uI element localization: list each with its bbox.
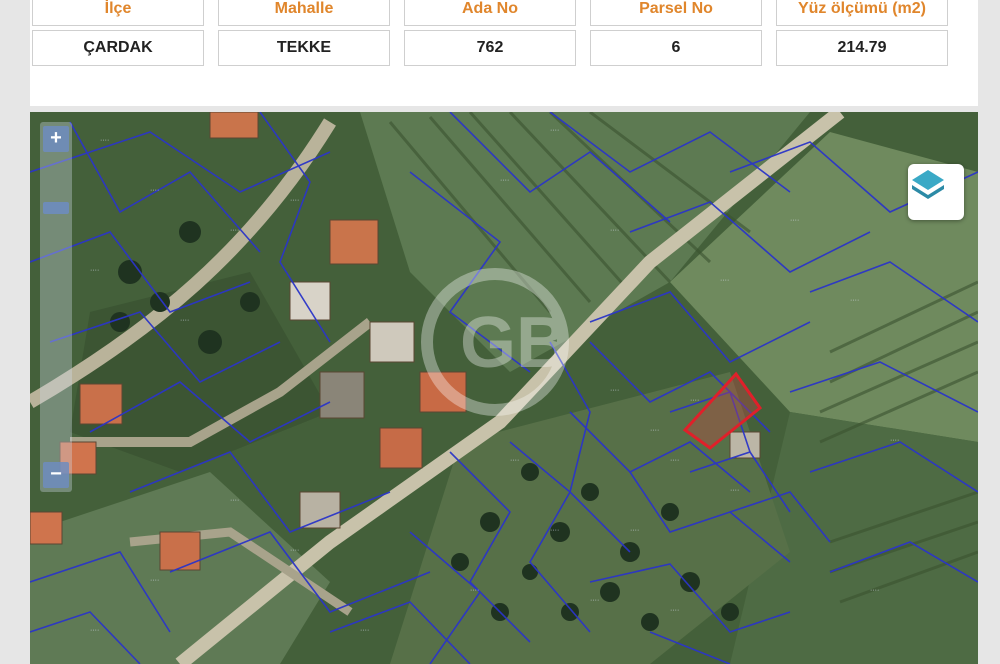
svg-text:····: ····: [610, 387, 619, 394]
zoom-slider[interactable]: + −: [40, 122, 72, 492]
svg-text:····: ····: [90, 627, 99, 634]
value-area: 214.79: [776, 30, 948, 66]
svg-text:····: ····: [890, 437, 899, 444]
svg-text:····: ····: [650, 427, 659, 434]
header-neighborhood: Mahalle: [218, 0, 390, 26]
svg-text:····: ····: [230, 497, 239, 504]
svg-text:····: ····: [870, 587, 879, 594]
layer-switch-button[interactable]: [908, 164, 964, 220]
zoom-in-button[interactable]: +: [43, 126, 69, 152]
header-area: Yüz ölçümü (m2): [776, 0, 948, 26]
svg-text:····: ····: [180, 317, 189, 324]
zoom-slider-handle[interactable]: [43, 202, 69, 214]
value-district: ÇARDAK: [32, 30, 204, 66]
header-district: İlçe: [32, 0, 204, 26]
svg-text:····: ····: [150, 187, 159, 194]
svg-text:····: ····: [470, 587, 479, 594]
svg-text:····: ····: [550, 527, 559, 534]
svg-text:····: ····: [150, 577, 159, 584]
svg-text:····: ····: [290, 547, 299, 554]
layers-icon: [912, 170, 944, 199]
svg-text:····: ····: [510, 457, 519, 464]
svg-text:····: ····: [850, 297, 859, 304]
zoom-out-button[interactable]: −: [43, 462, 69, 488]
value-block-no: 762: [404, 30, 576, 66]
svg-text:····: ····: [610, 227, 619, 234]
svg-text:····: ····: [100, 137, 109, 144]
svg-text:····: ····: [550, 127, 559, 134]
svg-text:····: ····: [290, 197, 299, 204]
parcel-info-panel: İlçe Mahalle Ada No Parsel No Yüz ölçümü…: [30, 0, 978, 106]
svg-text:····: ····: [630, 527, 639, 534]
svg-text:····: ····: [590, 597, 599, 604]
satellite-imagery: ···· ···· ···· ···· ···· ···· ···· ···· ····…: [30, 112, 978, 664]
svg-text:····: ····: [670, 607, 679, 614]
svg-text:····: ····: [730, 487, 739, 494]
svg-text:····: ····: [90, 267, 99, 274]
svg-text:····: ····: [500, 177, 509, 184]
parcel-map[interactable]: ···· ···· ···· ···· ···· ···· ···· ···· ····…: [30, 112, 978, 664]
svg-text:····: ····: [690, 397, 699, 404]
svg-text:GB: GB: [460, 303, 568, 383]
svg-text:····: ····: [720, 277, 729, 284]
value-neighborhood: TEKKE: [218, 30, 390, 66]
header-block-no: Ada No: [404, 0, 576, 26]
svg-text:····: ····: [230, 227, 239, 234]
value-parcel-no: 6: [590, 30, 762, 66]
svg-text:····: ····: [670, 457, 679, 464]
svg-text:····: ····: [790, 217, 799, 224]
svg-text:····: ····: [360, 627, 369, 634]
header-parcel-no: Parsel No: [590, 0, 762, 26]
